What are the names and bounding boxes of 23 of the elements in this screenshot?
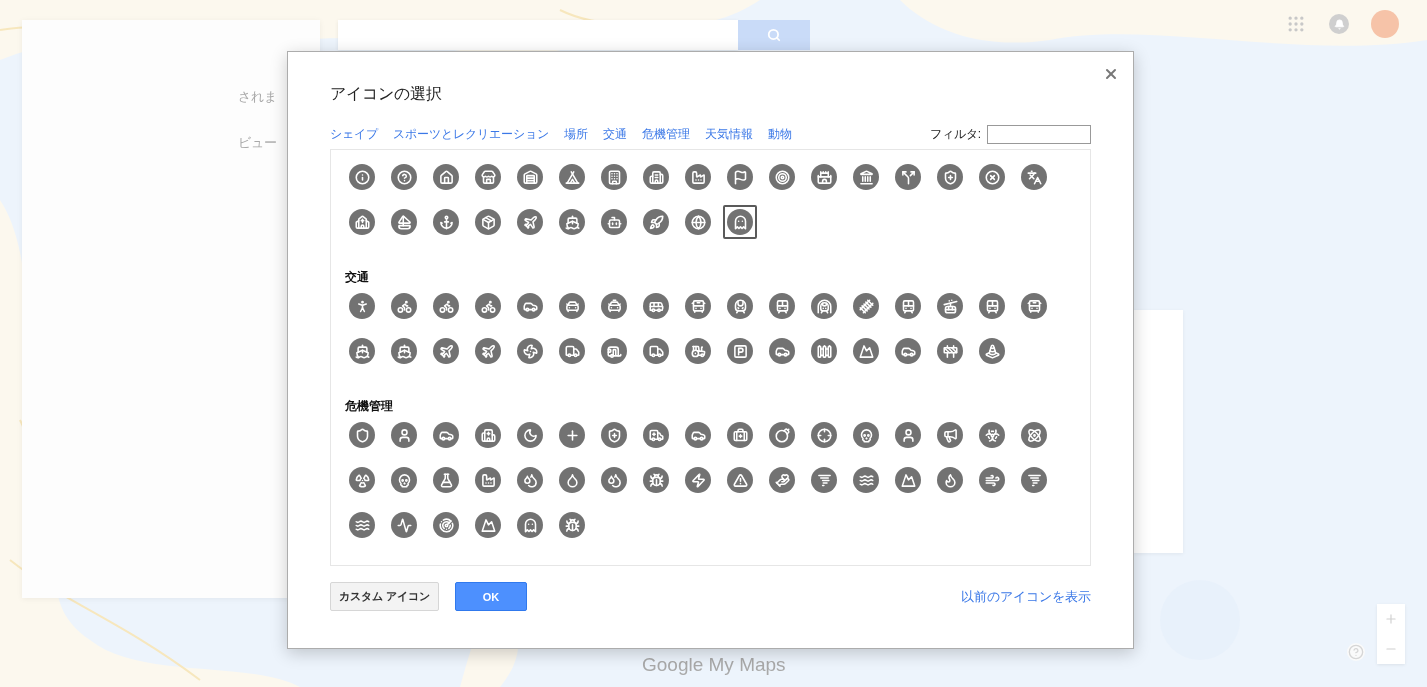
plus-icon: [1384, 612, 1398, 626]
dialog-title: アイコンの選択: [330, 84, 443, 104]
category-link[interactable]: シェイプ: [330, 125, 378, 143]
category-link[interactable]: 場所: [564, 125, 588, 143]
legacy-icons-link[interactable]: 以前のアイコンを表示: [961, 587, 1091, 606]
filter-label: フィルタ:: [929, 125, 981, 143]
panel-text: ビュー: [238, 134, 277, 152]
ghost-icon[interactable]: [723, 205, 757, 239]
category-link[interactable]: スポーツとレクリエーション: [393, 125, 549, 143]
category-link[interactable]: 天気情報: [705, 125, 753, 143]
custom-icon-button[interactable]: カスタム アイコン: [330, 582, 440, 611]
close-button[interactable]: [1103, 66, 1119, 82]
brand-logo: Google My Maps: [642, 654, 786, 676]
section-heading: 危機管理: [345, 398, 394, 414]
panel-text: されま: [238, 88, 277, 106]
category-link[interactable]: 危機管理: [642, 125, 690, 143]
search-icon: [767, 28, 781, 42]
filter-field[interactable]: [987, 124, 1091, 144]
ok-button[interactable]: OK: [455, 582, 528, 611]
category-link[interactable]: 交通: [603, 125, 627, 143]
search-field[interactable]: [338, 20, 738, 50]
section-heading: 交通: [345, 269, 370, 285]
category-link[interactable]: 動物: [768, 125, 792, 143]
